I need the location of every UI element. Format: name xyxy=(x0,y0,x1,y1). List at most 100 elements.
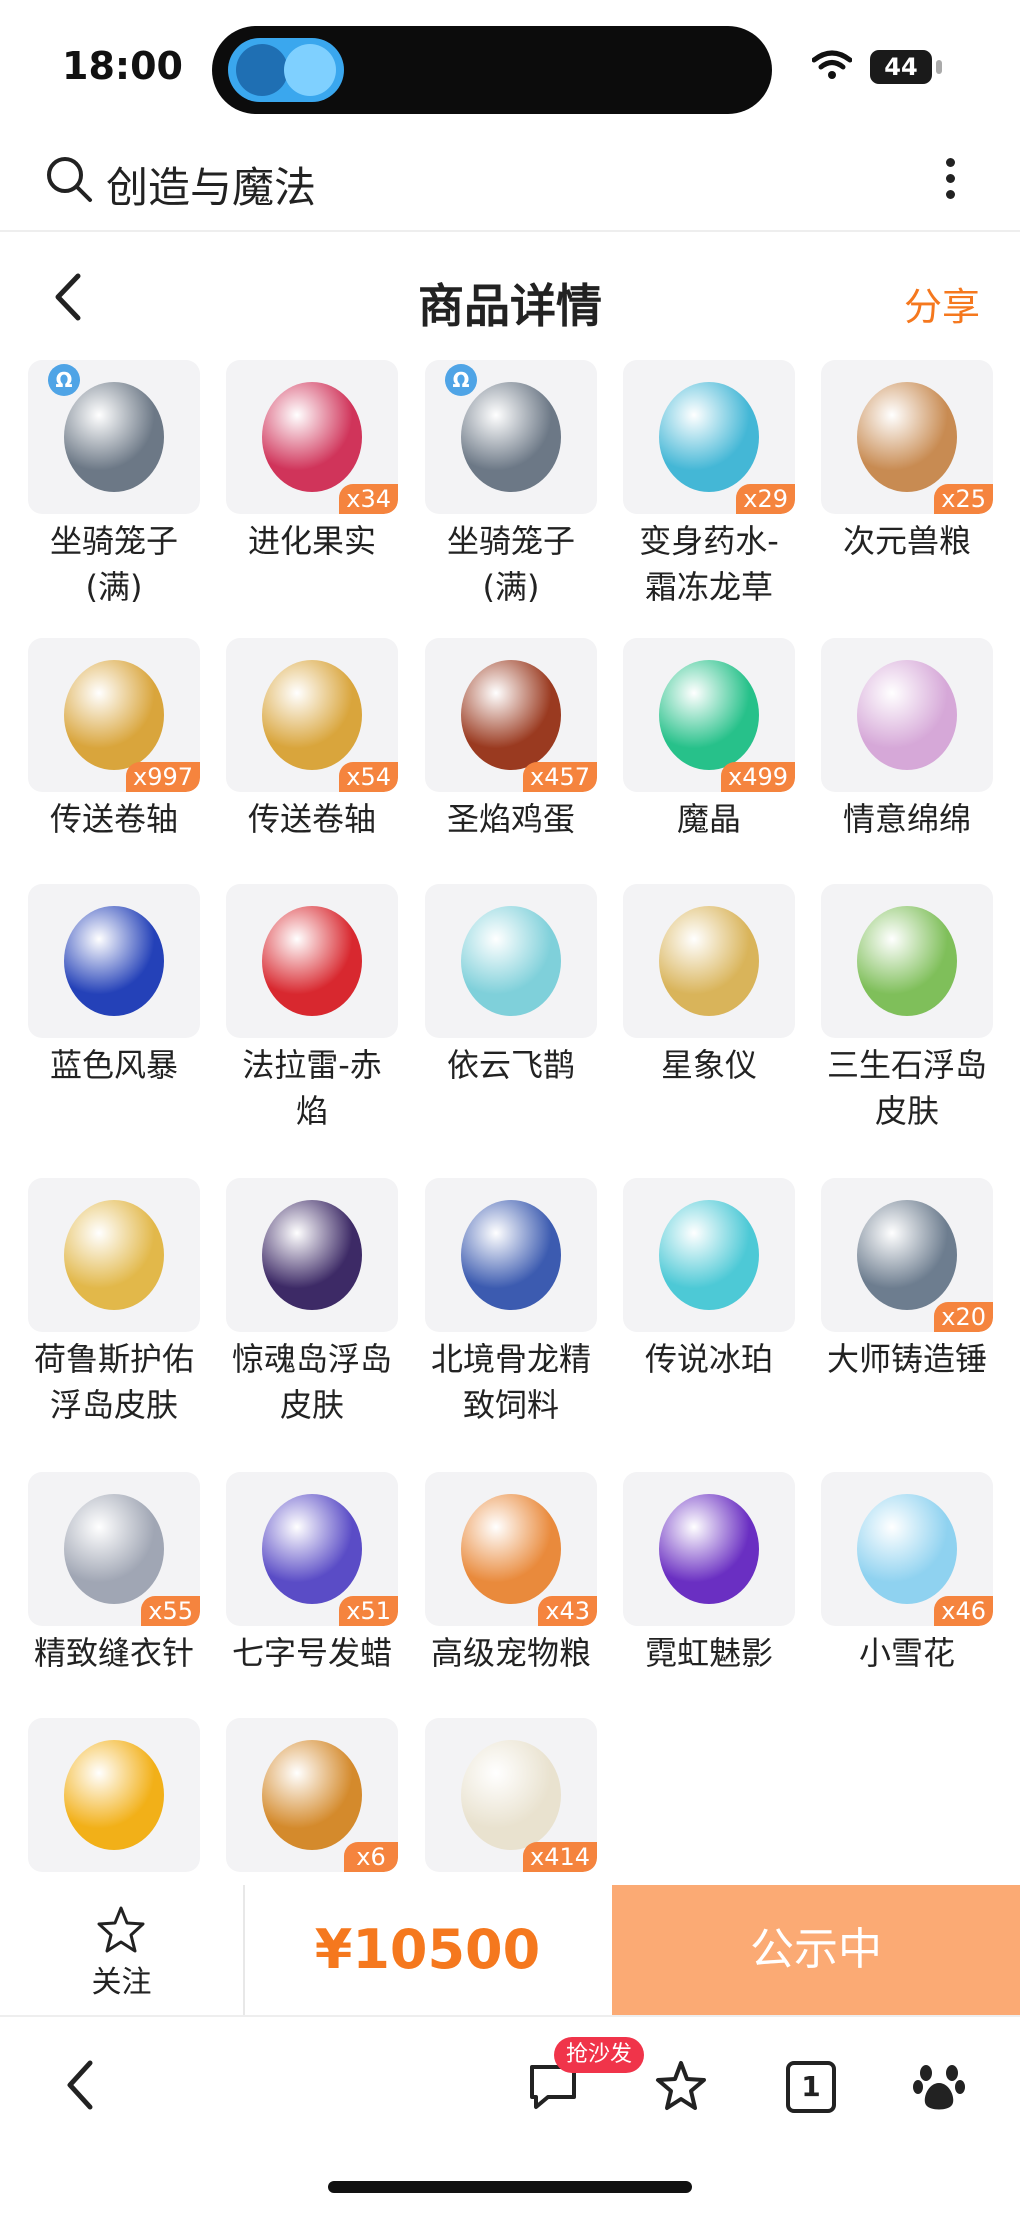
quantity-badge: x499 xyxy=(720,762,795,792)
item-name: 魔晶 xyxy=(676,800,741,838)
quantity-badge: x457 xyxy=(522,762,597,792)
item-thumbnail[interactable]: x25 xyxy=(821,360,993,514)
quantity-badge: x6 xyxy=(344,1842,398,1872)
search-icon[interactable] xyxy=(44,154,94,204)
quantity-badge: x51 xyxy=(339,1596,398,1626)
item-thumbnail[interactable]: Ω xyxy=(28,360,200,514)
avatar-right xyxy=(284,44,336,96)
star-icon[interactable] xyxy=(96,1905,146,1955)
item-name: 精致缝衣针 xyxy=(33,1634,194,1672)
item-name: 星象仪 xyxy=(660,1046,757,1084)
item-name: 进化果实 xyxy=(247,522,376,560)
horus-island-icon xyxy=(64,1200,164,1310)
quantity-badge: x25 xyxy=(934,484,993,514)
item-name: 传送卷轴 xyxy=(247,800,376,838)
item-name: 七字号发蜡 xyxy=(231,1634,392,1672)
scroll-icon xyxy=(262,660,362,770)
mount-cage-icon xyxy=(461,382,561,492)
quantity-badge: x46 xyxy=(934,1596,993,1626)
item-thumbnail[interactable] xyxy=(821,884,993,1038)
item-thumbnail[interactable] xyxy=(226,884,398,1038)
item-name: 蓝色风暴 xyxy=(49,1046,178,1084)
item-thumbnail[interactable] xyxy=(226,1178,398,1332)
item-thumbnail[interactable] xyxy=(425,1178,597,1332)
follow-label: 关注 xyxy=(91,1965,152,2000)
feed-bag-icon xyxy=(857,382,957,492)
browser-back-icon[interactable] xyxy=(60,2057,100,2113)
item-name: 传说冰珀 xyxy=(644,1340,773,1378)
item-grid: Ω 坐骑笼子 (满) x34 进化果实 Ω 坐骑笼子 (满) x29 变身药水- 霜冻龙草 x2… xyxy=(0,360,1020,1885)
item-thumbnail[interactable]: x6 xyxy=(226,1718,398,1872)
scroll-icon xyxy=(64,660,164,770)
item-thumbnail[interactable] xyxy=(425,884,597,1038)
item-thumbnail[interactable] xyxy=(623,1178,795,1332)
neon-car-icon xyxy=(659,1494,759,1604)
title-bar: 商品详情 分享 xyxy=(0,232,1020,360)
search-bar[interactable]: 创造与魔法 xyxy=(0,130,1020,232)
browser-toolbar: 抢沙发 1 xyxy=(0,2015,1020,2213)
dynamic-island xyxy=(212,26,772,114)
item-thumbnail[interactable] xyxy=(28,1178,200,1332)
item-name: 坐骑笼子 (满) xyxy=(446,522,575,606)
quantity-badge: x55 xyxy=(141,1596,200,1626)
item-thumbnail[interactable]: x43 xyxy=(425,1472,597,1626)
page-title: 商品详情 xyxy=(418,279,602,333)
baidu-paw-icon[interactable] xyxy=(912,2059,966,2113)
item-name: 大师铸造锤 xyxy=(826,1340,987,1378)
sofa-badge: 抢沙发 xyxy=(554,2037,645,2073)
item-thumbnail[interactable]: x51 xyxy=(226,1472,398,1626)
favorite-icon[interactable] xyxy=(654,2059,708,2113)
share-button[interactable]: 分享 xyxy=(904,276,980,331)
item-thumbnail[interactable]: x414 xyxy=(425,1718,597,1872)
item-name: 惊魂岛浮岛 皮肤 xyxy=(231,1340,392,1424)
quantity-badge: x34 xyxy=(339,484,398,514)
battery-tip xyxy=(936,60,942,74)
drone-icon xyxy=(461,906,561,1016)
publicity-button[interactable]: 公示中 xyxy=(612,1885,1020,2015)
item-name: 荷鲁斯护佑 浮岛皮肤 xyxy=(33,1340,194,1424)
avatar-left xyxy=(236,44,288,96)
item-name: 圣焰鸡蛋 xyxy=(446,800,575,838)
item-thumbnail[interactable]: x34 xyxy=(226,360,398,514)
gift-feed-icon xyxy=(461,1200,561,1310)
price: ¥10500 xyxy=(314,1918,541,1981)
item-thumbnail[interactable]: x499 xyxy=(623,638,795,792)
item-thumbnail[interactable]: x29 xyxy=(623,360,795,514)
item-thumbnail[interactable] xyxy=(623,884,795,1038)
item-thumbnail[interactable] xyxy=(821,638,993,792)
evolution-fruit-icon xyxy=(262,382,362,492)
quantity-badge: x997 xyxy=(125,762,200,792)
item-thumbnail[interactable]: x46 xyxy=(821,1472,993,1626)
red-car-icon xyxy=(262,906,362,1016)
item-name: 次元兽粮 xyxy=(842,522,971,560)
search-input[interactable]: 创造与魔法 xyxy=(106,154,316,215)
tabs-button[interactable]: 1 xyxy=(786,2061,836,2113)
wifi-icon xyxy=(812,50,852,79)
item-thumbnail[interactable]: Ω xyxy=(425,360,597,514)
item-thumbnail[interactable]: x54 xyxy=(226,638,398,792)
item-thumbnail[interactable]: x55 xyxy=(28,1472,200,1626)
item-name: 法拉雷-赤 焰 xyxy=(242,1046,382,1130)
item-thumbnail[interactable] xyxy=(623,1472,795,1626)
golden-key-icon xyxy=(262,1740,362,1850)
item-name: 小雪花 xyxy=(858,1634,955,1672)
item-thumbnail[interactable]: x20 xyxy=(821,1178,993,1332)
item-name: 北境骨龙精 致饲料 xyxy=(430,1340,591,1424)
action-bar: 关注 ¥10500 公示中 xyxy=(0,1885,1020,2015)
item-thumbnail[interactable] xyxy=(28,884,200,1038)
blue-car-icon xyxy=(64,906,164,1016)
item-thumbnail[interactable]: x457 xyxy=(425,638,597,792)
pet-food-icon xyxy=(461,1494,561,1604)
follow-button[interactable]: 关注 xyxy=(0,1885,245,2015)
hammer-icon xyxy=(857,1200,957,1310)
more-menu-icon[interactable] xyxy=(940,152,960,208)
battery-icon: 44 xyxy=(870,50,932,84)
status-time: 18:00 xyxy=(62,44,183,88)
dark-island-icon xyxy=(262,1200,362,1310)
item-thumbnail[interactable]: x997 xyxy=(28,638,200,792)
item-thumbnail[interactable] xyxy=(28,1718,200,1872)
snowflake-icon xyxy=(857,1494,957,1604)
ice-spear-icon xyxy=(659,1200,759,1310)
potion-icon xyxy=(659,382,759,492)
quantity-badge: x20 xyxy=(934,1302,993,1332)
